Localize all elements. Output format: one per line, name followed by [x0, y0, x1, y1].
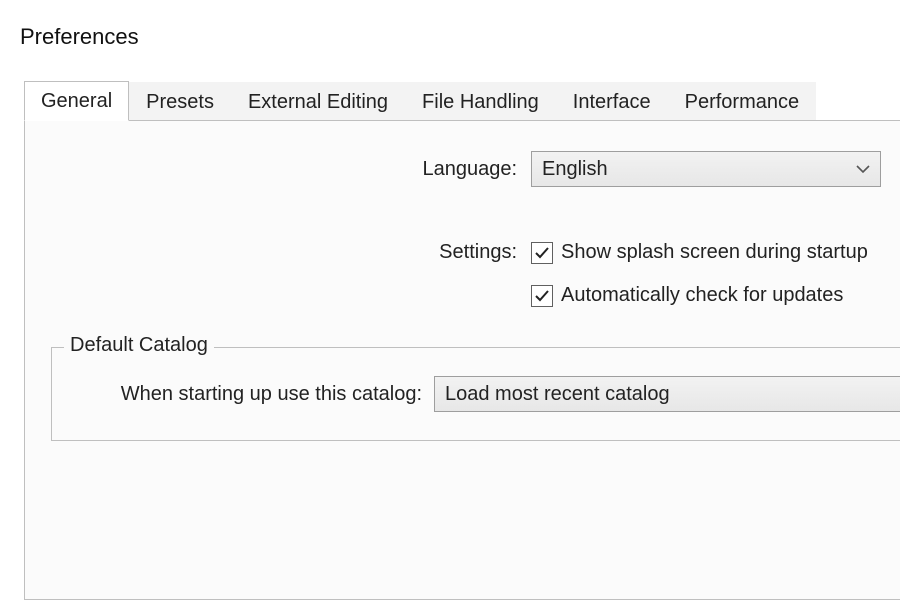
- checkbox-updates-label: Automatically check for updates: [561, 284, 843, 307]
- tab-file-handling[interactable]: File Handling: [405, 82, 556, 121]
- tab-general[interactable]: General: [24, 81, 129, 121]
- checkbox-splash-label: Show splash screen during startup: [561, 241, 868, 264]
- catalog-label: When starting up use this catalog:: [74, 383, 434, 406]
- checkbox-splash-row[interactable]: Show splash screen during startup: [531, 241, 868, 264]
- settings-block: Settings: Show splash screen during star…: [51, 241, 900, 307]
- default-catalog-group: Default Catalog When starting up use thi…: [51, 347, 900, 441]
- default-catalog-legend: Default Catalog: [64, 334, 214, 357]
- tab-external-editing[interactable]: External Editing: [231, 82, 405, 121]
- tab-performance[interactable]: Performance: [668, 82, 817, 121]
- settings-label: Settings:: [51, 241, 531, 264]
- checkbox-updates-row[interactable]: Automatically check for updates: [531, 284, 843, 307]
- checkbox-updates[interactable]: [531, 285, 553, 307]
- check-icon: [534, 245, 550, 261]
- catalog-value: Load most recent catalog: [445, 383, 670, 406]
- chevron-down-icon: [856, 164, 870, 174]
- language-row: Language: English: [51, 151, 900, 187]
- language-label: Language:: [51, 158, 531, 181]
- tabpanel-general: Language: English Settings: Show splash …: [24, 120, 900, 600]
- tab-interface[interactable]: Interface: [556, 82, 668, 121]
- catalog-dropdown[interactable]: Load most recent catalog: [434, 376, 900, 412]
- check-icon: [534, 288, 550, 304]
- preferences-panel: General Presets External Editing File Ha…: [24, 80, 900, 600]
- language-value: English: [542, 158, 608, 181]
- language-dropdown[interactable]: English: [531, 151, 881, 187]
- tabstrip: General Presets External Editing File Ha…: [24, 80, 900, 120]
- tab-presets[interactable]: Presets: [129, 82, 231, 121]
- checkbox-splash[interactable]: [531, 242, 553, 264]
- window-title: Preferences: [0, 0, 900, 60]
